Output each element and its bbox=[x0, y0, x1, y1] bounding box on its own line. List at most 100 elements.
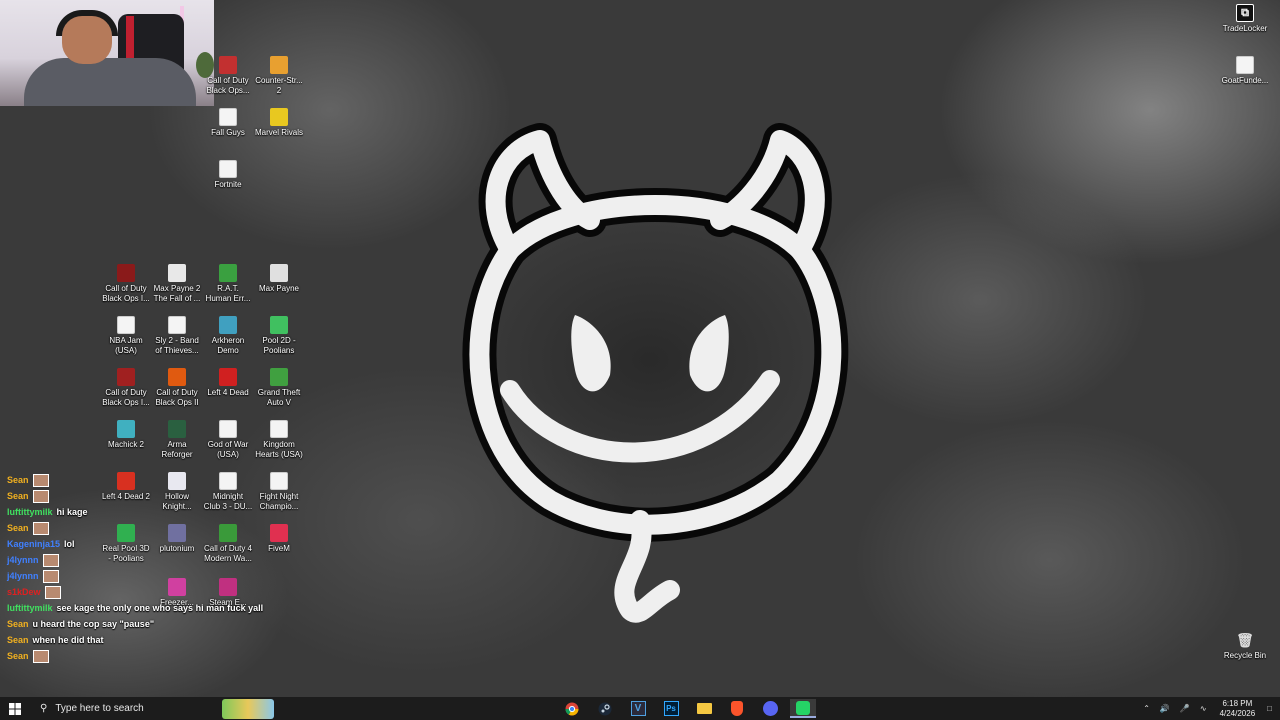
tradelocker-shortcut[interactable]: ⧉ TradeLocker bbox=[1220, 4, 1270, 34]
chat-message: Kageninja15 lol bbox=[7, 536, 317, 552]
desktop-shortcut[interactable]: Marvel Rivals bbox=[254, 108, 304, 138]
emote-image bbox=[44, 585, 61, 599]
shortcut-label: Pool 2D - Poolians bbox=[262, 336, 296, 355]
desktop-shortcut[interactable]: Call of Duty Black Ops I... bbox=[101, 368, 151, 408]
marvel-rivals-icon bbox=[270, 108, 288, 126]
recycle-bin-icon: 🗑 bbox=[1236, 631, 1254, 648]
system-tray: ⌃ 🔊 🎤 ∿ 6:18 PM 4/24/2026 □ bbox=[1138, 697, 1280, 720]
desktop-shortcut[interactable]: Machick 2 bbox=[101, 420, 151, 450]
desktop-shortcut[interactable]: Sly 2 - Band of Thieves... bbox=[152, 316, 202, 356]
speaker-icon[interactable]: 🔊 bbox=[1160, 704, 1170, 713]
max-payne-icon bbox=[270, 264, 288, 282]
shortcut-label: Call of Duty Black Ops... bbox=[206, 76, 250, 95]
desktop-shortcut[interactable]: Call of Duty Black Ops I... bbox=[101, 264, 151, 304]
desktop-shortcut[interactable]: Kingdom Hearts (USA) bbox=[254, 420, 304, 460]
chat-message: j4lynnn bbox=[7, 568, 317, 584]
recycle-bin-shortcut[interactable]: 🗑 Recycle Bin bbox=[1220, 631, 1270, 661]
desktop-shortcut[interactable]: Left 4 Dead bbox=[203, 368, 253, 398]
desktop-shortcut[interactable]: R.A.T. Human Err... bbox=[203, 264, 253, 304]
desktop-shortcut[interactable]: God of War (USA) bbox=[203, 420, 253, 460]
chat-username[interactable]: s1kDew bbox=[7, 587, 41, 597]
streamer-body bbox=[24, 58, 196, 106]
desktop-shortcut[interactable]: Grand Theft Auto V bbox=[254, 368, 304, 408]
desktop-shortcut[interactable]: Fall Guys bbox=[203, 108, 253, 138]
desktop-shortcut[interactable]: Max Payne bbox=[254, 264, 304, 294]
desktop-shortcut[interactable]: NBA Jam (USA) bbox=[101, 316, 151, 356]
cod-bo2-icon bbox=[168, 368, 186, 386]
brave-icon[interactable] bbox=[727, 699, 747, 718]
whatsapp-icon[interactable] bbox=[790, 699, 816, 718]
chat-username[interactable]: luftittymilk bbox=[7, 603, 53, 613]
steam-icon[interactable] bbox=[595, 699, 615, 718]
stream-chat: Sean Sean luftittymilk hi kage Sean Kageninja… bbox=[7, 472, 317, 664]
document-icon bbox=[219, 420, 237, 438]
clock[interactable]: 6:18 PM 4/24/2026 bbox=[1220, 699, 1256, 719]
desktop-shortcut[interactable]: Pool 2D - Poolians bbox=[254, 316, 304, 356]
shortcut-label: Left 4 Dead bbox=[207, 388, 249, 397]
shortcut-label: Counter-Str... 2 bbox=[255, 76, 303, 95]
shortcut-label: Call of Duty Black Ops II bbox=[155, 388, 199, 407]
taskbar-search[interactable]: ⚲ Type here to search bbox=[30, 697, 222, 720]
chat-username[interactable]: Sean bbox=[7, 619, 29, 629]
shortcut-label: Fall Guys bbox=[211, 128, 245, 137]
desktop-shortcut[interactable]: Arma Reforger bbox=[152, 420, 202, 460]
chat-text: u heard the cop say "pause" bbox=[32, 619, 155, 629]
desktop-shortcut[interactable]: Counter-Str... 2 bbox=[254, 56, 304, 96]
emote-image bbox=[32, 521, 49, 535]
document-icon bbox=[219, 160, 237, 178]
shortcut-label: God of War (USA) bbox=[207, 440, 249, 459]
desktop-shortcut[interactable]: Arkheron Demo bbox=[203, 316, 253, 356]
desktop-shortcut[interactable]: Call of Duty Black Ops II bbox=[152, 368, 202, 408]
cod-icon bbox=[117, 264, 135, 282]
goatfunded-shortcut[interactable]: GoatFunde... bbox=[1220, 56, 1270, 86]
chat-username[interactable]: Kageninja15 bbox=[7, 539, 60, 549]
chat-message: Sean u heard the cop say "pause" bbox=[7, 616, 317, 632]
file-explorer-icon[interactable] bbox=[694, 699, 714, 718]
chat-username[interactable]: Sean bbox=[7, 523, 29, 533]
notifications-icon[interactable]: □ bbox=[1267, 704, 1272, 713]
chat-message: Sean bbox=[7, 520, 317, 536]
max-payne-2-icon bbox=[168, 264, 186, 282]
news-widget[interactable] bbox=[222, 698, 274, 719]
webcam-overlay bbox=[0, 0, 214, 106]
desktop-shortcut[interactable]: Call of Duty Black Ops... bbox=[203, 56, 253, 96]
shortcut-label: Grand Theft Auto V bbox=[257, 388, 301, 407]
chat-message: Sean bbox=[7, 488, 317, 504]
cod-black-ops-icon bbox=[219, 56, 237, 74]
devil-smiley-wallpaper bbox=[462, 123, 849, 623]
chat-username[interactable]: j4lynnn bbox=[7, 555, 39, 565]
gta-v-icon bbox=[270, 368, 288, 386]
shortcut-label: R.A.T. Human Err... bbox=[205, 284, 251, 303]
emote-image bbox=[32, 489, 49, 503]
document-icon bbox=[219, 108, 237, 126]
chat-username[interactable]: luftittymilk bbox=[7, 507, 53, 517]
desktop-shortcut[interactable]: Max Payne 2 The Fall of ... bbox=[152, 264, 202, 304]
photoshop-icon[interactable]: Ps bbox=[661, 699, 681, 718]
desktop-shortcut[interactable]: Fortnite bbox=[203, 160, 253, 190]
chat-username[interactable]: j4lynnn bbox=[7, 571, 39, 581]
emote-image bbox=[42, 553, 59, 567]
chat-username[interactable]: Sean bbox=[7, 635, 29, 645]
chat-message: luftittymilk see kage the only one who sa… bbox=[7, 600, 317, 616]
microphone-icon[interactable]: 🎤 bbox=[1180, 704, 1190, 713]
discord-icon[interactable] bbox=[760, 699, 780, 718]
chat-text: when he did that bbox=[32, 635, 104, 645]
network-icon[interactable]: ∿ bbox=[1200, 704, 1207, 713]
rat-icon bbox=[219, 264, 237, 282]
shortcut-label: Call of Duty Black Ops I... bbox=[102, 284, 150, 303]
chrome-icon[interactable] bbox=[562, 699, 582, 718]
chat-username[interactable]: Sean bbox=[7, 491, 29, 501]
chat-text: hi kage bbox=[56, 507, 88, 517]
chevron-up-icon[interactable]: ⌃ bbox=[1143, 704, 1150, 713]
shortcut-label: Kingdom Hearts (USA) bbox=[255, 440, 303, 459]
vscode-icon[interactable]: V bbox=[628, 699, 648, 718]
chat-username[interactable]: Sean bbox=[7, 651, 29, 661]
chat-username[interactable]: Sean bbox=[7, 475, 29, 485]
start-button[interactable] bbox=[0, 697, 30, 720]
windows-icon bbox=[9, 702, 21, 715]
shortcut-label: Machick 2 bbox=[107, 440, 144, 449]
arkheron-icon bbox=[219, 316, 237, 334]
headset bbox=[56, 10, 118, 36]
emote-image bbox=[32, 473, 49, 487]
shortcut-label: Call of Duty Black Ops I... bbox=[102, 388, 150, 407]
